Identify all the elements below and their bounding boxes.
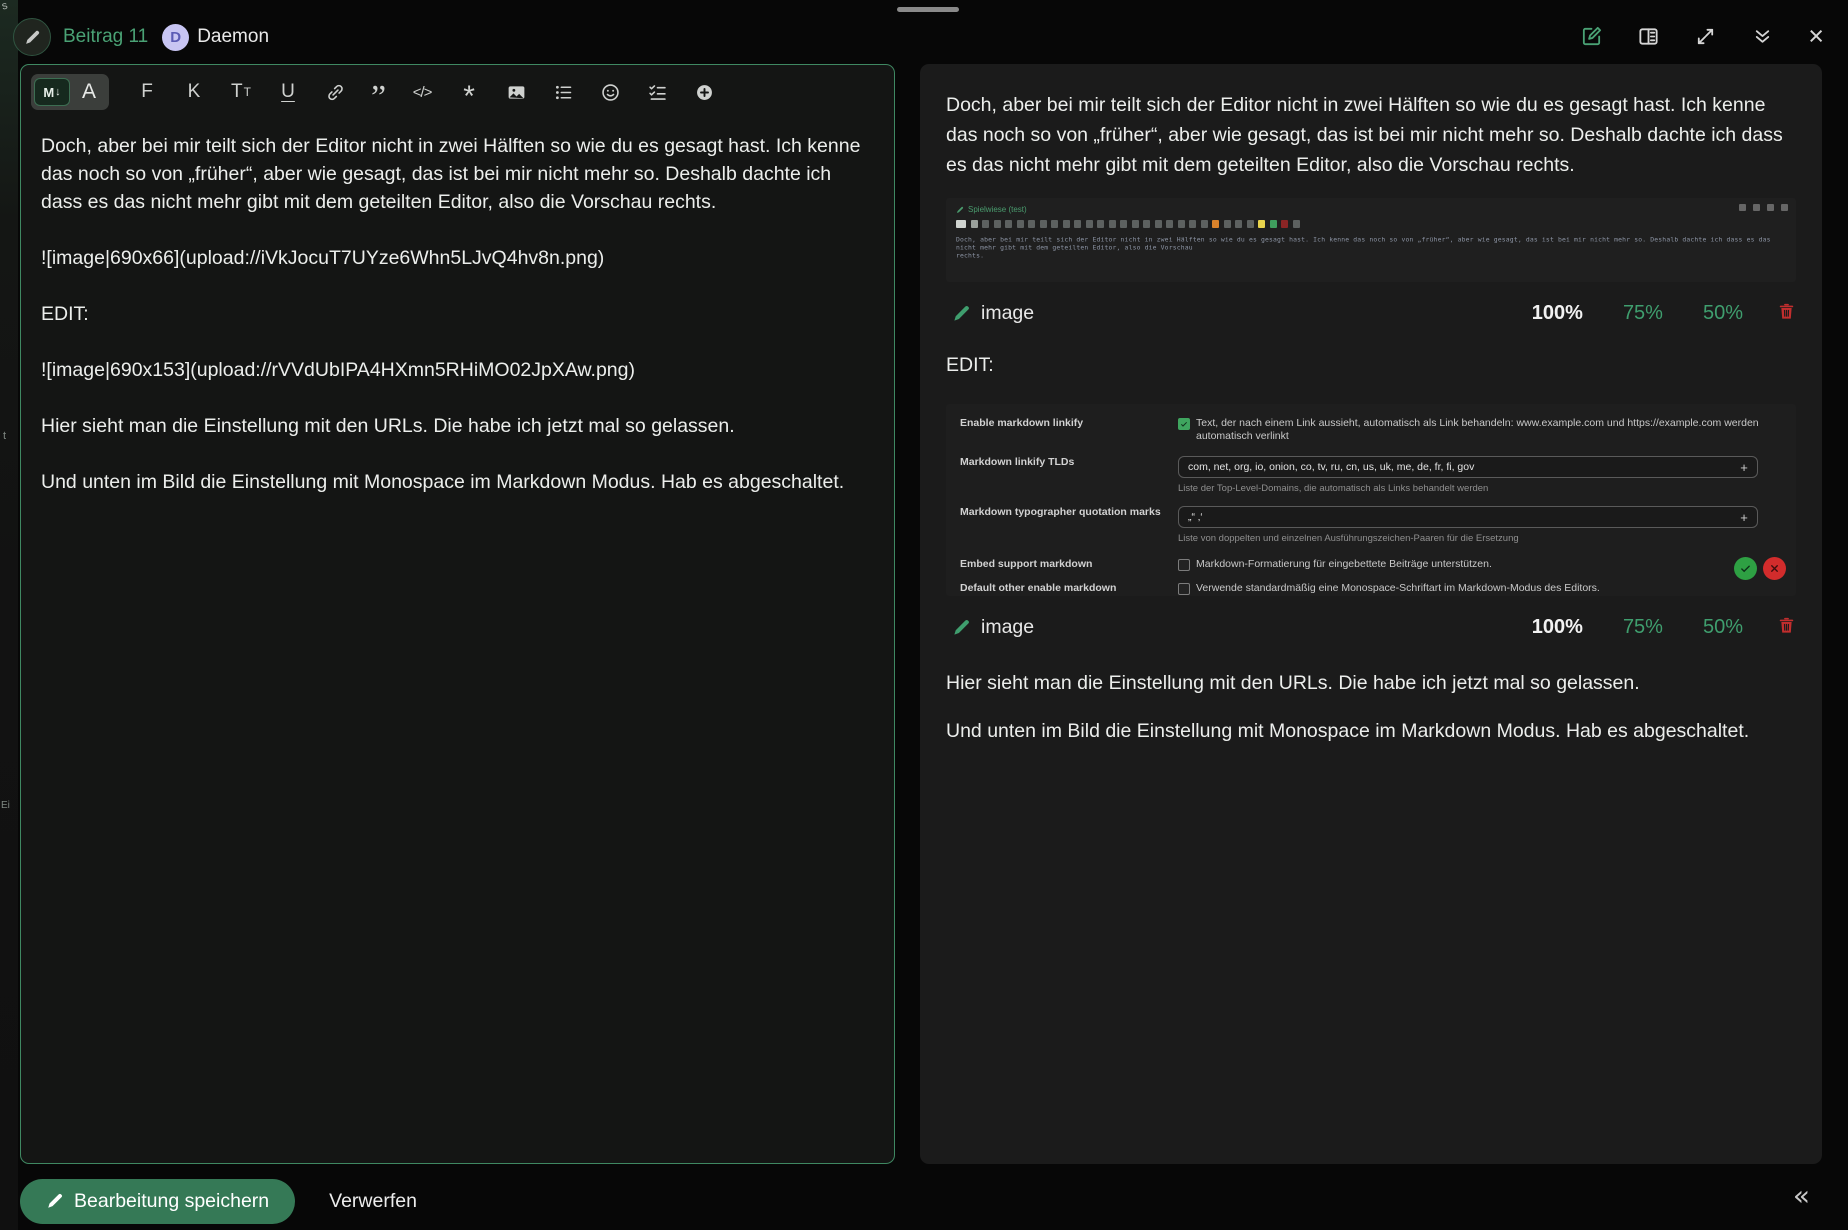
pencil-icon — [952, 618, 971, 637]
mini-topic-title: Spielwiese (test) — [956, 205, 1786, 214]
edit-pencil-badge-icon — [13, 18, 51, 56]
toggle-preview-icon[interactable] — [1635, 22, 1662, 50]
setting-input: com, net, org, io, onion, co, tv, ru, cn… — [1178, 456, 1758, 478]
mini-editor-text: Doch, aber bei mir teilt sich der Editor… — [956, 236, 1786, 260]
edit-image-caption-button[interactable]: image — [946, 301, 1040, 326]
asterisk-icon[interactable]: * — [452, 77, 486, 107]
setting-save-cancel — [1734, 557, 1786, 580]
editor-paragraph: Doch, aber bei mir teilt sich der Editor… — [41, 132, 874, 216]
background-text-fragment: s — [1, 0, 9, 12]
setting-description: Text, der nach einem Link aussieht, auto… — [1196, 417, 1782, 443]
composer-footer: Bearbeitung speichern Verwerfen « — [20, 1176, 1828, 1226]
composer-editor-pane: M↓ A F K TT U ” </> * — [20, 64, 895, 1164]
bold-button[interactable]: F — [130, 77, 164, 107]
setting-label: Embed support markdown — [960, 558, 1166, 571]
embedded-image-settings-screenshot: Enable markdown linkify Text, der nach e… — [946, 404, 1796, 596]
delete-image-icon[interactable] — [1777, 616, 1796, 638]
pencil-icon — [46, 1192, 64, 1210]
setting-input: „“ ‚‘ + — [1178, 506, 1758, 528]
editor-paragraph: Und unten im Bild die Einstellung mit Mo… — [41, 468, 874, 496]
emoji-icon[interactable] — [593, 77, 627, 107]
mini-window-icons — [1739, 204, 1788, 211]
embedded-image-editor-screenshot: Spielwiese (test) Doch, aber bei mir tei… — [946, 198, 1796, 282]
composer-drag-handle[interactable] — [897, 7, 959, 12]
fullscreen-icon[interactable] — [1692, 22, 1719, 50]
setting-label: Markdown typographer quotation marks — [960, 506, 1166, 519]
underline-button[interactable]: U — [271, 77, 305, 107]
plus-icon: + — [1740, 461, 1748, 474]
pencil-icon — [956, 206, 964, 214]
preview-paragraph: EDIT: — [946, 350, 1796, 380]
scale-75-button[interactable]: 75% — [1617, 301, 1669, 326]
save-edit-button[interactable]: Bearbeitung speichern — [20, 1179, 295, 1224]
avatar[interactable]: D — [162, 24, 189, 51]
upload-image-icon[interactable] — [499, 77, 533, 107]
setting-label: Default other enable markdown monospace … — [960, 582, 1166, 596]
setting-label: Markdown linkify TLDs — [960, 456, 1166, 469]
markdown-mode-button[interactable]: M↓ — [34, 78, 70, 106]
text-size-button[interactable]: TT — [224, 77, 258, 107]
editor-upload-markdown: ![image|690x66](upload://iVkJocuT7UYze6W… — [41, 244, 874, 272]
scale-100-button[interactable]: 100% — [1526, 615, 1589, 640]
blockquote-icon[interactable]: ” — [365, 81, 392, 104]
background-page-sliver: s t Ei — [0, 0, 18, 1230]
cancel-x-icon — [1763, 557, 1786, 580]
editor-paragraph: EDIT: — [41, 300, 874, 328]
more-options-plus-icon[interactable] — [687, 77, 721, 107]
minimize-chevrons-icon[interactable] — [1749, 22, 1776, 50]
checkbox-checked-icon — [1178, 418, 1190, 430]
setting-label: Enable markdown linkify — [960, 417, 1166, 430]
edit-image-caption-button[interactable]: image — [946, 615, 1040, 640]
discard-button[interactable]: Verwerfen — [323, 1189, 423, 1214]
post-title-link[interactable]: Beitrag 11 — [63, 26, 148, 48]
background-text-fragment: t — [3, 430, 6, 442]
image-controls-row: image 100% 75% 50% — [946, 610, 1796, 644]
edit-mode-icon[interactable] — [1578, 22, 1605, 50]
image-controls-row: image 100% 75% 50% — [946, 296, 1796, 330]
preview-paragraph: Hier sieht man die Einstellung mit den U… — [946, 668, 1796, 698]
scale-50-button[interactable]: 50% — [1697, 615, 1749, 640]
editor-toolbar: M↓ A F K TT U ” </> * — [21, 65, 894, 114]
plus-icon: + — [1740, 511, 1748, 524]
composer-preview-pane: Doch, aber bei mir teilt sich der Editor… — [920, 64, 1822, 1164]
editor-mode-toggle: M↓ A — [31, 74, 109, 110]
editor-upload-markdown: ![image|690x153](upload://rVVdUbIPA4HXmn… — [41, 356, 874, 384]
editor-paragraph: Hier sieht man die Einstellung mit den U… — [41, 412, 874, 440]
composer-header-actions: × — [1578, 22, 1826, 50]
delete-image-icon[interactable] — [1777, 302, 1796, 324]
close-icon[interactable]: × — [1806, 22, 1826, 50]
background-text-fragment: Ei — [1, 800, 10, 811]
link-icon[interactable] — [318, 77, 352, 107]
checkbox-unchecked-icon — [1178, 583, 1190, 595]
scale-75-button[interactable]: 75% — [1617, 615, 1669, 640]
setting-hint: Liste von doppelten und einzelnen Ausfüh… — [1178, 532, 1782, 545]
username: Daemon — [197, 26, 269, 48]
composer-textarea[interactable]: Doch, aber bei mir teilt sich der Editor… — [21, 114, 894, 1158]
scale-100-button[interactable]: 100% — [1526, 301, 1589, 326]
post-edit-composer: s t Ei Beitrag 11 D Daemon × — [0, 0, 1848, 1230]
preview-paragraph: Doch, aber bei mir teilt sich der Editor… — [946, 90, 1796, 180]
scale-50-button[interactable]: 50% — [1697, 301, 1749, 326]
preview-paragraph: Und unten im Bild die Einstellung mit Mo… — [946, 716, 1796, 746]
pencil-icon — [952, 304, 971, 323]
checkbox-unchecked-icon — [1178, 559, 1190, 571]
composer-header: Beitrag 11 D Daemon — [13, 17, 269, 57]
bullet-list-icon[interactable] — [546, 77, 580, 107]
mini-toolbar — [956, 220, 1786, 228]
italic-button[interactable]: K — [177, 77, 211, 107]
setting-description: Markdown-Formatierung für eingebettete B… — [1196, 558, 1492, 571]
confirm-check-icon — [1734, 557, 1757, 580]
setting-hint: Liste der Top-Level-Domains, die automat… — [1178, 482, 1782, 495]
rich-text-mode-button[interactable]: A — [72, 77, 106, 107]
setting-description: Verwende standardmäßig eine Monospace-Sc… — [1196, 582, 1600, 595]
code-icon[interactable]: </> — [405, 77, 439, 107]
checklist-icon[interactable] — [640, 77, 674, 107]
collapse-composer-icon[interactable]: « — [1787, 1178, 1816, 1213]
